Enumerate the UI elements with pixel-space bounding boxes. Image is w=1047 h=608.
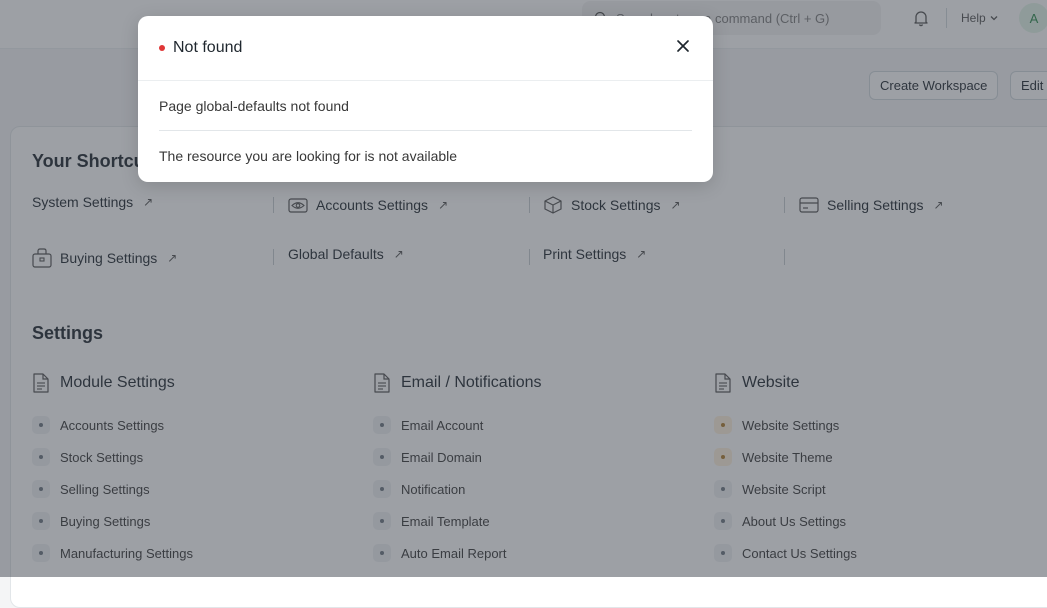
not-found-dialog: Not found Page global-defaults not found… [138, 16, 713, 182]
dialog-message: Page global-defaults not found [159, 98, 349, 114]
dialog-detail: The resource you are looking for is not … [159, 148, 458, 164]
dialog-title: Not found [173, 39, 243, 56]
dialog-divider [159, 130, 692, 131]
close-icon[interactable] [674, 37, 692, 60]
dialog-header: Not found [138, 16, 713, 81]
status-indicator [159, 45, 165, 51]
